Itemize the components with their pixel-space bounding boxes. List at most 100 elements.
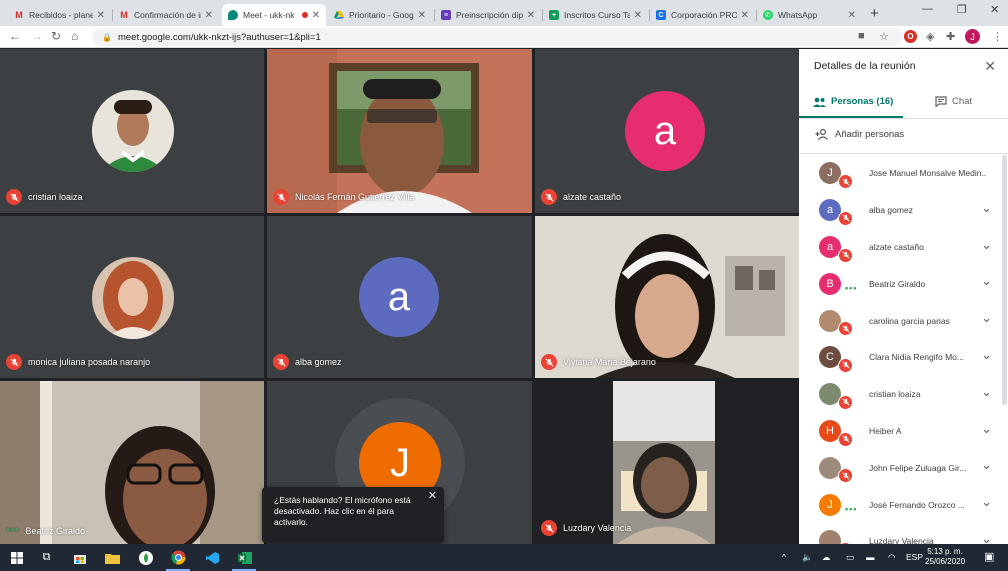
participant-name: Beatriz Giraldo [869,278,926,289]
forward-icon[interactable]: → [31,29,43,43]
home-icon[interactable]: ⌂ [71,29,78,43]
restore-icon[interactable]: ❐ [957,3,967,16]
participant-list: J Jose Manuel Monsalve Medin... a alba gome… [799,155,1008,560]
tab-corporacion[interactable]: C Corporación PROD ✕ [650,4,755,26]
tab-whatsapp[interactable]: ✆ WhatsApp ✕ [757,4,862,26]
leaf-app-icon[interactable] [137,549,154,566]
drive-icon [334,10,344,20]
notifications-icon[interactable]: ▣ [984,550,994,563]
participant-list-item[interactable]: J Jose Manuel Monsalve Medin... [799,155,1008,192]
participant-tile[interactable]: monica juliana posada naranjo [0,216,264,378]
close-tab-icon[interactable]: ✕ [848,10,856,21]
add-people-button[interactable]: Añadir personas [815,129,904,140]
close-panel-icon[interactable]: ✕ [984,58,996,75]
task-view-icon[interactable]: ⧉ [38,549,55,566]
profile-avatar[interactable]: J [965,29,980,44]
tab-chat[interactable]: Chat [935,96,972,107]
chevron-down-icon[interactable]: ⌄ [981,237,992,253]
chevron-down-icon[interactable]: ⌄ [981,347,992,363]
close-tab-icon[interactable]: ✕ [527,10,535,21]
close-tab-icon[interactable]: ✕ [634,10,642,21]
mic-off-icon [541,354,557,370]
chevron-down-icon[interactable]: ⌄ [981,273,992,289]
recording-dot-icon [301,12,308,18]
participant-tile[interactable]: a alba gomez [267,216,532,378]
minimize-icon[interactable]: — [922,3,933,15]
participant-name: alba gomez [869,205,913,216]
participant-tile[interactable]: a alzate castaño [535,49,799,213]
participant-avatar: J [819,493,841,516]
tab-gmail-recibidos[interactable]: M Recibidos - planea ✕ [8,4,111,26]
vscode-icon[interactable] [203,549,220,566]
speaking-indicator-icon: ••• [6,525,20,536]
chevron-down-icon[interactable]: ⌄ [981,494,992,510]
reload-icon[interactable]: ↻ [51,29,61,43]
tab-gmail-confirmacion[interactable]: M Confirmación de ir ✕ [113,4,219,26]
participant-list-item[interactable]: C Clara Nidia Rengifo Mo... ⌄ [799,339,1008,376]
language-indicator[interactable]: ESP [906,552,923,562]
participant-tile[interactable]: Viviana Maria Bejarano [535,216,799,378]
system-clock[interactable]: 5:13 p. m. 25/06/2020 [925,547,965,567]
participant-list-scrollbar[interactable] [1002,155,1007,405]
chevron-down-icon[interactable]: ⌄ [981,200,992,216]
tab-drive-prioritario[interactable]: Prioritario - Googl ✕ [328,4,432,26]
new-tab-button[interactable]: + [870,5,879,22]
close-tab-icon[interactable]: ✕ [97,10,105,21]
star-icon[interactable]: ☆ [879,30,889,43]
back-icon[interactable]: ← [9,29,21,43]
battery-icon[interactable]: ▬ [866,552,875,562]
mic-off-icon [838,468,853,484]
participant-list-item[interactable]: a alzate castaño ⌄ [799,229,1008,266]
participant-name: carolina garcia parias [869,315,950,326]
participant-list-item[interactable]: B ••• Beatriz Giraldo ⌄ [799,265,1008,302]
chevron-down-icon[interactable]: ⌄ [981,421,992,437]
close-tab-icon[interactable]: ✕ [741,10,749,21]
participant-tile[interactable]: Nicolás Fernán Gutierrez Villa [267,49,532,213]
tab-people[interactable]: Personas (16) [813,96,893,107]
store-icon[interactable] [71,549,88,566]
onedrive-icon[interactable]: ☁ [822,552,831,563]
puzzle-extension-icon[interactable]: ✚ [946,30,955,43]
participant-list-item[interactable]: John Felipe Zuluaga Gir... ⌄ [799,449,1008,486]
participant-tile[interactable]: Luzdary Valencia [535,381,799,544]
chevron-down-icon[interactable]: ⌄ [981,310,992,326]
tray-chevron-icon[interactable]: ^ [782,552,786,562]
participant-tile[interactable]: ••• Beatriz Giraldo [0,381,264,544]
extension-red-icon[interactable]: O [904,30,917,43]
participant-list-item[interactable]: H Heiber A ⌄ [799,413,1008,450]
chevron-down-icon[interactable]: ⌄ [981,384,992,400]
close-tab-icon[interactable]: ✕ [418,10,426,21]
participant-list-item[interactable]: cristian loaiza ⌄ [799,376,1008,413]
chevron-down-icon[interactable]: ⌄ [981,457,992,473]
volume-icon[interactable]: 🔈 [802,552,813,563]
address-bar[interactable]: 🔒 meet.google.com/ukk-nkzt-ijs?authuser=… [92,28,902,46]
tag-extension-icon[interactable]: ◈ [926,30,934,43]
network-icon[interactable]: ▭ [846,552,854,563]
close-tab-icon[interactable]: ✕ [312,10,320,21]
close-icon[interactable]: ✕ [428,491,437,502]
participant-initial-avatar: a [359,257,439,337]
participant-list-item[interactable]: a alba gomez ⌄ [799,192,1008,229]
participant-tile[interactable]: cristian loaiza [0,49,264,213]
gmail-icon: M [120,10,128,20]
tab-forms-preinscripcion[interactable]: ≡ Preinscripción dipl ✕ [435,4,541,26]
muted-speaking-toast[interactable]: ¿Estás hablando? El micrófono está desac… [262,487,444,543]
mic-off-icon [838,431,853,447]
camera-icon[interactable]: ■ [858,30,865,42]
excel-icon[interactable] [236,549,253,566]
close-tab-icon[interactable]: ✕ [205,10,213,21]
meet-icon [228,10,238,20]
file-explorer-icon[interactable] [104,549,121,566]
toast-message: ¿Estás hablando? El micrófono está desac… [274,495,411,527]
participant-list-item[interactable]: carolina garcia parias ⌄ [799,302,1008,339]
tab-sheets-inscritos[interactable]: + Inscritos Curso Tall ✕ [543,4,648,26]
participant-list-item[interactable]: J ••• José Fernando Orozco ... ⌄ [799,486,1008,523]
people-icon [813,97,826,107]
wifi-icon[interactable]: ◠ [888,552,895,563]
participant-name-label: alzate castaño [541,189,621,205]
tab-meet[interactable]: Meet - ukk-nk ✕ [222,4,326,26]
chrome-icon[interactable] [170,549,187,566]
windows-start-icon[interactable] [8,549,25,566]
menu-icon[interactable]: ⋮ [992,30,1003,43]
window-close-icon[interactable]: ✕ [990,3,999,16]
